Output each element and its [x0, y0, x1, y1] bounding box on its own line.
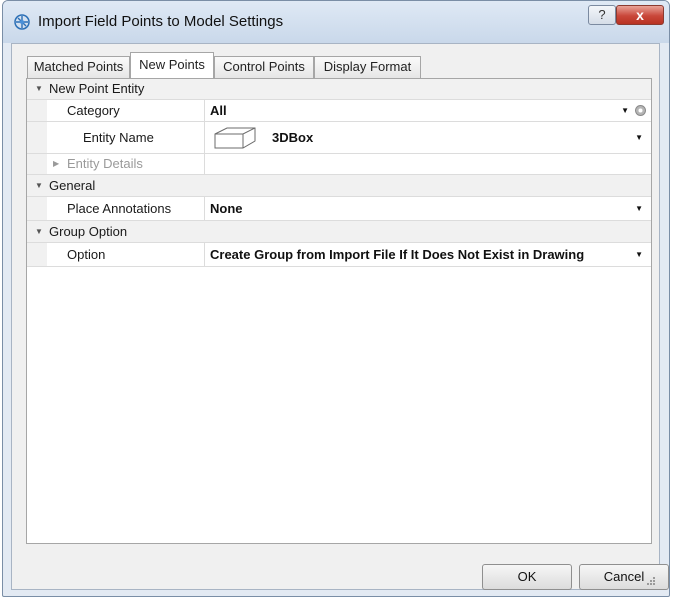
title-bar[interactable]: Import Field Points to Model Settings ? … [3, 1, 669, 43]
tab-display-format[interactable]: Display Format [314, 56, 421, 78]
tab-control-points[interactable]: Control Points [214, 56, 314, 78]
gear-icon[interactable] [634, 104, 647, 117]
section-new-point-entity[interactable]: ▼ New Point Entity [27, 79, 651, 100]
close-button[interactable]: x [616, 5, 664, 25]
entity-details-value [205, 154, 651, 174]
help-button[interactable]: ? [588, 5, 616, 25]
ok-button[interactable]: OK [482, 564, 572, 590]
close-icon: x [636, 7, 644, 23]
collapse-arrow-icon[interactable]: ▼ [35, 221, 43, 242]
resize-grip-icon[interactable] [646, 576, 656, 586]
section-group-option[interactable]: ▼ Group Option [27, 221, 651, 243]
entity-name-select[interactable]: 3DBox ▼ [205, 122, 651, 153]
category-select[interactable]: All ▼ [205, 100, 651, 121]
property-label-category: Category [27, 100, 205, 121]
dropdown-arrow-icon[interactable]: ▼ [635, 122, 643, 153]
property-label-place-annotations: Place Annotations [27, 197, 205, 220]
group-option-select[interactable]: Create Group from Import File If It Does… [205, 243, 651, 266]
tab-new-points[interactable]: New Points [130, 52, 214, 78]
property-row-category: Category All ▼ [27, 100, 651, 122]
property-label-option: Option [27, 243, 205, 266]
property-label-entity-details[interactable]: ▶ Entity Details [27, 154, 205, 174]
collapse-arrow-icon[interactable]: ▼ [35, 175, 43, 196]
cube-icon [214, 127, 256, 149]
expand-arrow-icon[interactable]: ▶ [53, 154, 59, 174]
dropdown-arrow-icon[interactable]: ▼ [621, 100, 629, 121]
property-label-entity-name: Entity Name [27, 122, 205, 153]
window-title: Import Field Points to Model Settings [38, 13, 284, 30]
place-annotations-select[interactable]: None ▼ [205, 197, 651, 220]
collapse-arrow-icon[interactable]: ▼ [35, 79, 43, 99]
dialog-body: Matched Points New Points Control Points… [11, 43, 669, 590]
property-row-place-annotations: Place Annotations None ▼ [27, 197, 651, 221]
dropdown-arrow-icon[interactable]: ▼ [635, 243, 643, 266]
dropdown-arrow-icon[interactable]: ▼ [635, 197, 643, 220]
help-icon: ? [598, 7, 606, 22]
dialog-window: Import Field Points to Model Settings ? … [2, 0, 670, 597]
property-grid: ▼ New Point Entity Category All ▼ Entity… [26, 78, 652, 544]
section-general[interactable]: ▼ General [27, 175, 651, 197]
property-row-entity-details: ▶ Entity Details [27, 154, 651, 175]
tab-matched-points[interactable]: Matched Points [27, 56, 130, 78]
property-row-option: Option Create Group from Import File If … [27, 243, 651, 267]
property-row-entity-name: Entity Name 3DBox ▼ [27, 122, 651, 154]
app-icon [14, 14, 30, 30]
